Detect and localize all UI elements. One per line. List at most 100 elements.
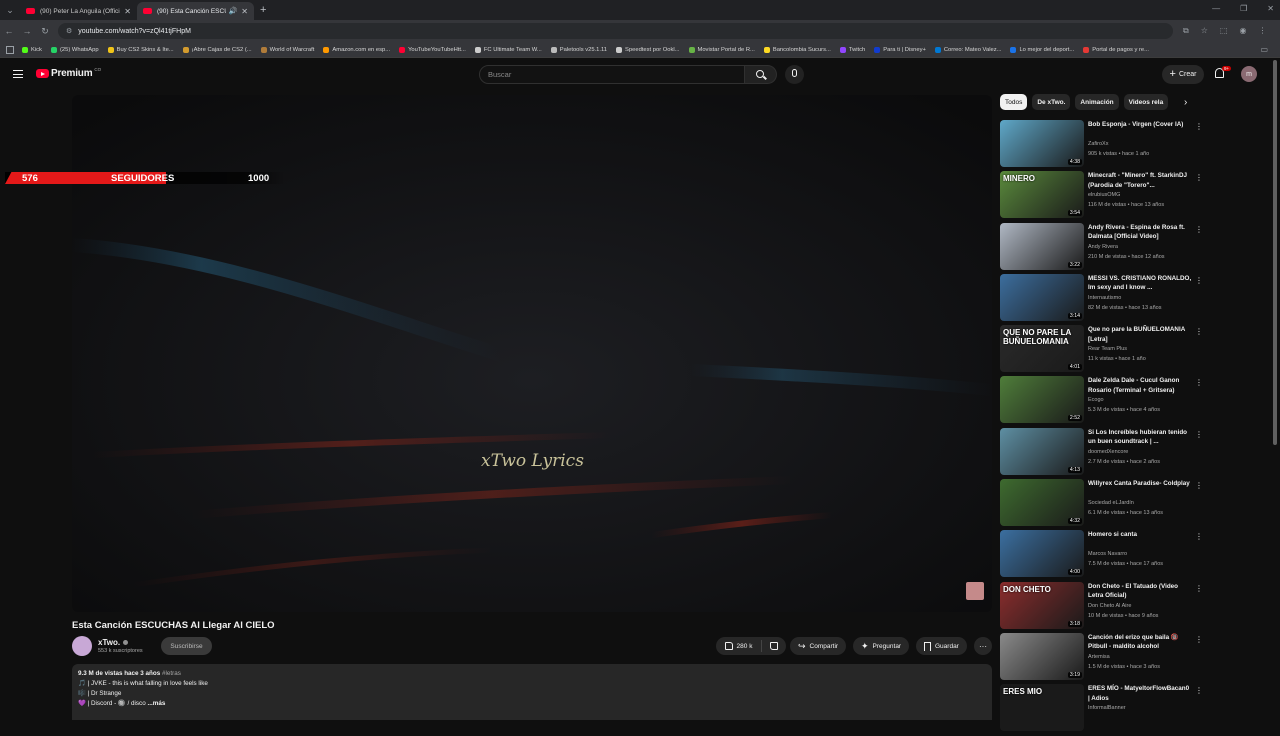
bookmark-item[interactable]: Bancolombia Sucurs... [763,46,831,53]
bookmark-item[interactable]: Kick [22,46,42,53]
video-thumbnail[interactable]: QUE NO PARE LA BUÑUELOMANIA 4:01 [1000,325,1084,373]
video-thumbnail[interactable]: 4:13 [1000,427,1084,475]
extensions-icon[interactable]: ⬚ [1220,26,1228,36]
bookmark-item[interactable]: Amazon.com en esp... [323,46,390,53]
recommended-channel-name[interactable]: ZafiroXx [1088,141,1108,147]
recommended-channel-name[interactable]: doomedXencore [1088,449,1128,455]
filter-chip[interactable]: De xTwo. [1032,94,1071,110]
close-tab-icon[interactable]: ✕ [241,7,248,16]
new-tab-icon[interactable]: + [260,4,266,16]
filter-chip[interactable]: Todos [1000,94,1028,110]
recommended-video[interactable]: DON CHETO 3:18 Don Cheto - El Tatuado (Vid… [1000,581,1205,633]
recommended-video-title[interactable]: Dale Zelda Dale - Cucul Ganon Rosario (T… [1088,376,1192,395]
recommended-channel-name[interactable]: Rear Team Plus [1088,346,1127,352]
more-options-icon[interactable]: ⋮ [1195,584,1203,593]
recommended-video-title[interactable]: Willyrex Canta Paradise- Coldplay [1088,479,1192,489]
channel-avatar[interactable] [72,636,92,656]
site-info-icon[interactable]: ⚙ [66,27,72,35]
more-options-icon[interactable]: ⋮ [1195,430,1203,439]
more-options-icon[interactable]: ⋮ [1195,327,1203,336]
recommended-video-title[interactable]: Don Cheto - El Tatuado (Video Letra Ofic… [1088,582,1192,601]
recommended-channel-name[interactable]: InformalBanner [1088,705,1126,711]
video-thumbnail[interactable]: 4:32 [1000,479,1084,527]
browser-tab-active[interactable]: (90) Esta Canción ESCUCHAS 🔊 ✕ [137,2,254,20]
create-button[interactable]: + Crear [1162,65,1204,84]
browser-menu-icon[interactable]: ⋮ [1258,26,1266,36]
bookmark-item[interactable]: Twitch [839,46,865,53]
voice-search-button[interactable] [785,65,804,84]
more-options-icon[interactable]: ⋮ [1195,122,1203,131]
description-box[interactable]: 9.3 M de vistas hace 3 años #letras 🎵 | … [72,664,992,720]
recommended-video[interactable]: QUE NO PARE LA BUÑUELOMANIA 4:01 Que no pa… [1000,325,1205,376]
video-thumbnail[interactable]: 4:00 [1000,530,1084,578]
video-thumbnail[interactable]: DON CHETO 3:18 [1000,581,1084,629]
video-thumbnail[interactable]: 2:52 [1000,376,1084,424]
reload-icon[interactable]: ↻ [36,26,54,37]
channel-name[interactable]: xTwo. [98,638,129,647]
video-thumbnail[interactable]: MINERO 3:54 [1000,171,1084,219]
more-options-icon[interactable]: ⋮ [1195,686,1203,695]
minimize-icon[interactable]: — [1212,4,1220,13]
more-options-icon[interactable]: ⋮ [1195,635,1203,644]
video-thumbnail[interactable]: 4:38 [1000,120,1084,167]
bookmark-item[interactable]: Buy CS2 Skins & Ite... [107,46,174,53]
video-thumbnail[interactable]: 3:19 [1000,632,1084,680]
all-bookmarks-icon[interactable]: ▭ [1260,45,1268,54]
dislike-button[interactable] [762,642,786,650]
video-thumbnail[interactable]: 3:22 [1000,222,1084,270]
tab-search-icon[interactable]: ⌄ [0,0,20,20]
show-more-link[interactable]: ...más [147,700,165,707]
account-avatar[interactable]: m [1241,66,1257,82]
more-options-icon[interactable]: ⋮ [1195,532,1203,541]
youtube-logo[interactable]: Premium CO [36,67,101,79]
bookmark-item[interactable]: Lo mejor del deport... [1010,46,1074,53]
recommended-video[interactable]: 3:14 MESSI VS. CRISTIANO RONALDO, Im sexy… [1000,273,1205,325]
close-window-icon[interactable]: ✕ [1267,4,1274,13]
recommended-video[interactable]: 4:32 Willyrex Canta Paradise- Coldplay Soc… [1000,479,1205,530]
recommended-video-title[interactable]: ERES MÍO - MatyeltorFlowBacan0 | Adios [1088,684,1192,703]
recommended-video[interactable]: 3:22 Andy Rivera - Espina de Rosa ft. Dal… [1000,222,1205,274]
browser-tab[interactable]: (90) Peter La Anguila (Official V ✕ [20,2,137,20]
recommended-video[interactable]: 4:00 Homero si canta Marcos Navarro 7.5 M d… [1000,530,1205,581]
back-icon[interactable]: ← [0,26,18,36]
url-input[interactable]: ⚙ youtube.com/watch?v=zQl41tjFHpM [58,23,1173,39]
chevron-right-icon[interactable]: › [1184,97,1187,108]
install-app-icon[interactable]: ⧉ [1183,26,1189,36]
ask-button[interactable]: ✦ Preguntar [853,637,910,655]
page-scrollbar[interactable] [1273,60,1277,445]
recommended-video[interactable]: 3:19 Canción del erizo que baila 🔞 Pitbul… [1000,632,1205,684]
recommended-video-title[interactable]: Si Los Increíbles hubieran tenido un bue… [1088,428,1192,447]
recommended-channel-name[interactable]: Don Cheto Al Aire [1088,603,1131,609]
recommended-video[interactable]: 4:13 Si Los Increíbles hubieran tenido un… [1000,427,1205,479]
bookmark-item[interactable]: Para ti | Disney+ [874,46,926,53]
video-thumbnail[interactable]: ERES MIO [1000,684,1084,732]
more-options-icon[interactable]: ⋮ [1195,378,1203,387]
bookmark-item[interactable]: Speedtest por Ookl... [616,46,680,53]
recommended-video-title[interactable]: Andy Rivera - Espina de Rosa ft. Dalmata… [1088,223,1192,242]
recommended-video-title[interactable]: Minecraft - "Minero" ft. StarkinDJ (Paro… [1088,171,1192,190]
search-input[interactable]: Buscar [479,65,745,84]
hashtag-link[interactable]: #letras [162,670,181,677]
recommended-video-title[interactable]: Canción del erizo que baila 🔞 Pitbull - … [1088,633,1192,652]
bookmark-item[interactable]: World of Warcraft [260,46,314,53]
apps-grid-icon[interactable] [6,45,14,54]
save-button[interactable]: Guardar [916,637,967,655]
more-actions-button[interactable]: ··· [974,637,992,655]
forward-icon[interactable]: → [18,26,36,36]
share-button[interactable]: ↪ Compartir [790,637,847,655]
close-tab-icon[interactable]: ✕ [124,7,131,16]
more-options-icon[interactable]: ⋮ [1195,276,1203,285]
like-button[interactable]: 280 k [716,640,762,652]
bookmark-item[interactable]: Paletools v25.1.11 [550,46,607,53]
maximize-icon[interactable]: ❐ [1240,4,1247,13]
bookmark-item[interactable]: Correo: Mateo Valez... [934,46,1001,53]
recommended-video-title[interactable]: MESSI VS. CRISTIANO RONALDO, Im sexy and… [1088,274,1192,293]
bookmark-star-icon[interactable]: ☆ [1201,26,1208,36]
recommended-video[interactable]: ERES MIO ERES MÍO - MatyeltorFlowBacan0 |… [1000,684,1205,735]
bookmark-item[interactable]: Movistar Portal de R... [688,46,755,53]
filter-chip[interactable]: Animación [1075,94,1119,110]
bookmark-item[interactable]: (25) WhatsApp [50,46,99,53]
more-options-icon[interactable]: ⋮ [1195,173,1203,182]
recommended-video[interactable]: 2:52 Dale Zelda Dale - Cucul Ganon Rosari… [1000,376,1205,427]
filter-chip[interactable]: Videos rela [1123,94,1169,110]
